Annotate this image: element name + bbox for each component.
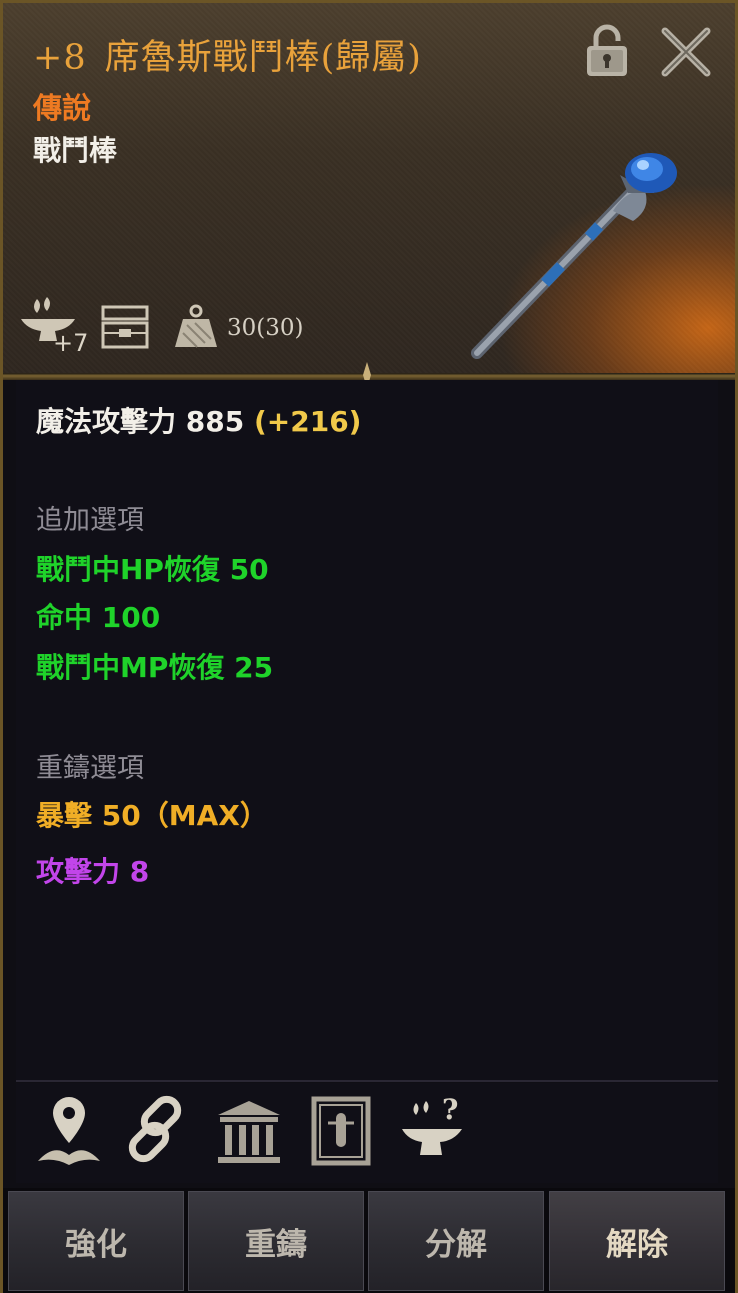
weight-icon (175, 304, 217, 348)
main-stat-value: 885 (185, 405, 245, 438)
link-icon[interactable] (124, 1093, 194, 1169)
actions-divider (16, 1080, 718, 1082)
enhance-button[interactable]: 強化 (8, 1191, 184, 1291)
reforge-option: 暴擊 50（MAX） (36, 799, 268, 832)
anvil-question-icon[interactable]: ? (398, 1093, 468, 1169)
reforge-button[interactable]: 重鑄 (188, 1191, 364, 1291)
item-name: 席魯斯戰鬥棒(歸屬) (104, 38, 422, 78)
codex-book-icon[interactable] (306, 1093, 376, 1169)
item-grade: 傳說 (33, 91, 92, 125)
main-stat: 魔法攻擊力 885 (+216) (36, 400, 361, 440)
item-enhance-level: +8 (33, 38, 87, 78)
item-image (471, 153, 677, 359)
bank-icon[interactable] (214, 1093, 284, 1169)
extra-option: 命中 100 (36, 601, 161, 634)
item-details: 魔法攻擊力 885 (+216) 追加選項 戰鬥中HP恢復 50 命中 100 … (16, 380, 718, 1080)
main-stat-label: 魔法攻擊力 (36, 405, 177, 438)
button-bar: 強化 重鑄 分解 解除 (3, 1188, 735, 1293)
item-weight: 30(30) (227, 315, 304, 341)
extra-options-title: 追加選項 (36, 505, 144, 536)
close-icon[interactable] (659, 25, 713, 79)
action-icon-bar: ? (16, 1083, 718, 1183)
storage-chest-icon (101, 305, 149, 349)
enhance-limit: +7 (53, 329, 89, 357)
decompose-button[interactable]: 分解 (368, 1191, 544, 1291)
lock-icon[interactable] (583, 21, 631, 79)
release-button[interactable]: 解除 (549, 1191, 725, 1291)
main-stat-bonus: (+216) (253, 405, 362, 438)
svg-text:?: ? (442, 1093, 458, 1126)
item-title: +8 席魯斯戰鬥棒(歸屬) (33, 29, 422, 80)
reforge-options-title: 重鑄選項 (36, 753, 144, 784)
extra-option: 戰鬥中MP恢復 25 (36, 651, 274, 684)
location-pin-icon[interactable] (34, 1093, 104, 1169)
item-category: 戰鬥棒 (33, 134, 118, 167)
reforge-option: 攻擊力 8 (36, 855, 150, 888)
extra-option: 戰鬥中HP恢復 50 (36, 553, 269, 586)
item-header: +8 席魯斯戰鬥棒(歸屬) 傳說 戰鬥棒 +7 30(30) (3, 3, 735, 375)
